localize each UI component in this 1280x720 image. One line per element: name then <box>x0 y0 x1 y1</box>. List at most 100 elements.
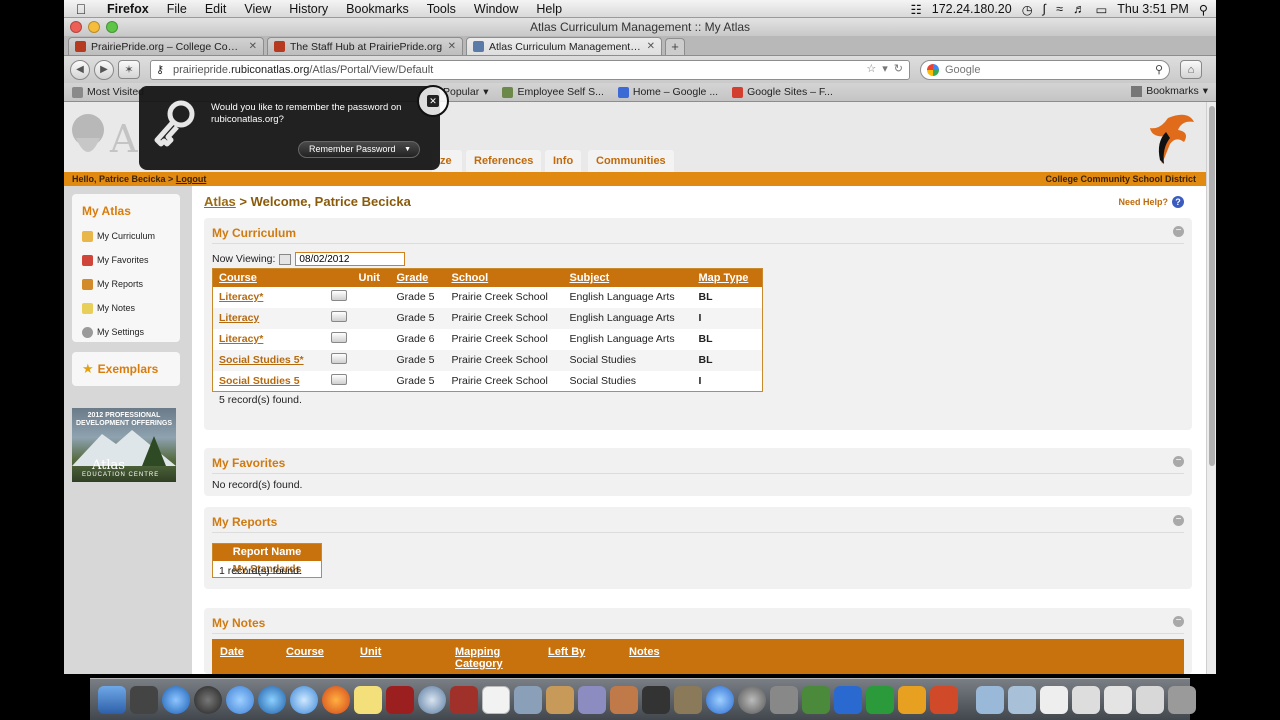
collapse-icon[interactable]: − <box>1173 226 1184 237</box>
evernote-icon[interactable] <box>802 685 830 714</box>
iphoto-icon[interactable] <box>674 685 702 714</box>
dropdown-arrow-icon[interactable]: ▼ <box>404 142 411 157</box>
exemplars-button[interactable]: ★ Exemplars <box>72 352 180 386</box>
system-preferences-icon[interactable] <box>770 685 798 714</box>
column-header-school[interactable]: School <box>445 268 564 287</box>
pencil-icon[interactable] <box>578 685 606 714</box>
wifi-icon[interactable]: ≈ <box>1056 2 1063 16</box>
preview-icon[interactable] <box>418 685 446 714</box>
reload-icon[interactable]: ↻ <box>894 62 903 75</box>
dashboard-icon[interactable] <box>130 685 158 714</box>
tab-staff-hub[interactable]: The Staff Hub at PrairiePride.org ✕ <box>267 37 463 55</box>
menu-tools[interactable]: Tools <box>418 2 465 16</box>
close-window-icon[interactable] <box>70 21 82 33</box>
sidebar-item-my-notes[interactable]: My Notes <box>72 296 180 320</box>
bluetooth-icon[interactable]: ∫ <box>1043 2 1046 16</box>
book-icon[interactable] <box>386 685 414 714</box>
nav-tab-info[interactable]: Info <box>545 150 582 172</box>
course-link[interactable]: Literacy* <box>213 329 325 350</box>
close-tab-icon[interactable]: ✕ <box>249 41 257 52</box>
bookmark-star-icon[interactable]: ☆ <box>866 62 876 75</box>
need-help-link[interactable]: Need Help?? <box>1118 196 1184 208</box>
guitar-icon[interactable] <box>546 685 574 714</box>
document-icon[interactable] <box>1104 685 1132 714</box>
column-header-map-type[interactable]: Map Type <box>692 268 763 287</box>
powerpoint-icon[interactable] <box>930 685 958 714</box>
dropdown-icon[interactable]: ▾ <box>882 62 888 75</box>
close-tab-icon[interactable]: ✕ <box>448 41 456 52</box>
menu-file[interactable]: File <box>158 2 196 16</box>
document-icon[interactable] <box>1072 685 1100 714</box>
tab-atlas[interactable]: Atlas Curriculum Management ::... ✕ <box>466 37 662 55</box>
remember-password-button[interactable]: Remember Password ▼ <box>298 141 420 158</box>
sidebar-item-my-favorites[interactable]: My Favorites <box>72 248 180 272</box>
mission-control-icon[interactable] <box>226 685 254 714</box>
minimize-window-icon[interactable] <box>88 21 100 33</box>
column-header-mapping-category[interactable]: Mapping Category <box>455 646 503 670</box>
menu-view[interactable]: View <box>235 2 280 16</box>
sidebar-item-my-settings[interactable]: My Settings <box>72 320 180 344</box>
bookmark-most-visited[interactable]: Most Visited <box>72 86 144 98</box>
bookmark-employee-self[interactable]: Employee Self S... <box>502 86 604 98</box>
bookmark-home-google[interactable]: Home – Google ... <box>617 86 718 98</box>
column-header-subject[interactable]: Subject <box>563 268 693 287</box>
breadcrumb-atlas-link[interactable]: Atlas <box>204 194 236 209</box>
excel-icon[interactable] <box>866 685 894 714</box>
column-header-notes[interactable]: Notes <box>629 646 660 658</box>
course-link[interactable]: Literacy <box>212 307 325 329</box>
date-field[interactable] <box>295 252 406 266</box>
page-scrollbar[interactable] <box>1206 102 1216 674</box>
photos-icon[interactable] <box>514 685 542 714</box>
finder-icon[interactable] <box>98 685 126 714</box>
course-link[interactable]: Social Studies 5* <box>212 349 325 371</box>
popup-close-button[interactable]: ✕ <box>417 85 449 117</box>
time-machine-icon[interactable]: ◷ <box>1022 2 1033 17</box>
search-bar[interactable]: Google ⚲ <box>920 59 1170 80</box>
google-icon[interactable] <box>927 63 939 76</box>
sidebar-item-my-reports[interactable]: My Reports <box>72 272 180 296</box>
network-icon[interactable]: ☷ <box>911 2 922 17</box>
bookmark-popular[interactable]: Popular ▾ <box>443 86 488 98</box>
clock[interactable]: Thu 3:51 PM <box>1117 2 1189 16</box>
applications-folder-icon[interactable] <box>976 685 1004 714</box>
printer-icon[interactable] <box>330 311 347 322</box>
time-machine-icon[interactable] <box>738 685 766 714</box>
menu-window[interactable]: Window <box>465 2 527 16</box>
trash-icon[interactable] <box>1168 685 1196 714</box>
bookmarks-menu[interactable]: Bookmarks ▾ <box>1131 85 1208 97</box>
volume-icon[interactable]: ♬ <box>1073 2 1086 16</box>
printer-icon[interactable] <box>330 353 347 364</box>
menu-app-name[interactable]: Firefox <box>98 2 158 16</box>
course-link[interactable]: Social Studies 5 <box>213 371 325 392</box>
imovie-icon[interactable] <box>642 685 670 714</box>
ip-address[interactable]: 172.24.180.20 <box>932 2 1012 16</box>
collapse-icon[interactable]: − <box>1173 456 1184 467</box>
menu-edit[interactable]: Edit <box>196 2 236 16</box>
column-header-date[interactable]: Date <box>220 646 244 658</box>
collapse-icon[interactable]: − <box>1173 616 1184 627</box>
home-icon[interactable]: ⌂ <box>1180 60 1202 79</box>
battery-icon[interactable]: ▭ <box>1095 2 1107 17</box>
pd-offerings-banner[interactable]: 2012 PROFESSIONAL DEVELOPMENT OFFERINGS A… <box>72 408 176 482</box>
column-header-left-by[interactable]: Left By <box>548 646 585 658</box>
menu-help[interactable]: Help <box>527 2 571 16</box>
menu-bookmarks[interactable]: Bookmarks <box>337 2 418 16</box>
google-earth-icon[interactable] <box>258 685 286 714</box>
zoom-window-icon[interactable] <box>106 21 118 33</box>
search-icon[interactable]: ⚲ <box>1155 63 1163 76</box>
back-icon[interactable]: ◀ <box>70 59 90 80</box>
new-tab-button[interactable]: + <box>665 38 685 55</box>
nav-tab-communities[interactable]: Communities <box>588 150 674 172</box>
column-header-grade[interactable]: Grade <box>390 268 446 287</box>
stickies-icon[interactable] <box>354 685 382 714</box>
outlook-icon[interactable] <box>898 685 926 714</box>
documents-folder-icon[interactable] <box>1008 685 1036 714</box>
column-header-course[interactable]: Course <box>286 646 324 658</box>
column-header-course[interactable]: Course <box>212 268 325 287</box>
menu-history[interactable]: History <box>280 2 337 16</box>
logout-link[interactable]: Logout <box>176 174 207 184</box>
document-icon[interactable] <box>1136 685 1164 714</box>
column-header-unit[interactable]: Unit <box>360 646 381 658</box>
close-tab-icon[interactable]: ✕ <box>647 41 655 52</box>
apple-menu-icon[interactable]:  <box>64 1 98 17</box>
